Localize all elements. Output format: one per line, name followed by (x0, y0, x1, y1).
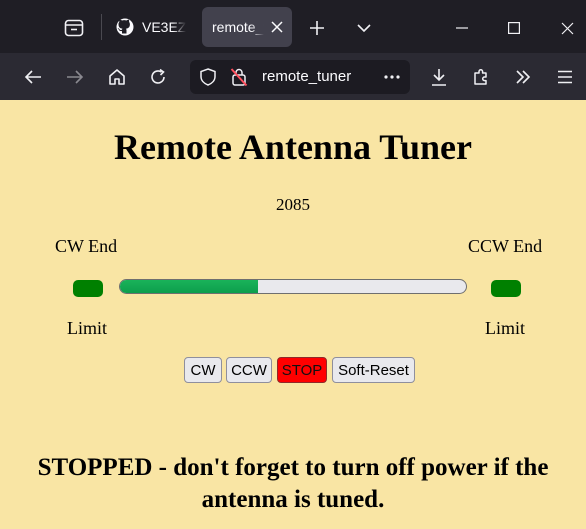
close-icon[interactable] (268, 18, 286, 36)
ccw-limit-indicator (491, 280, 521, 297)
cw-limit-label: Limit (67, 318, 107, 338)
tab-list-icon[interactable] (62, 16, 86, 40)
reload-icon[interactable] (146, 65, 170, 89)
overflow-icon[interactable] (511, 65, 535, 89)
tuner-position-bar (119, 279, 467, 294)
more-icon[interactable] (380, 66, 404, 88)
window-close-icon[interactable] (555, 16, 579, 40)
chevron-down-icon[interactable] (352, 16, 376, 40)
tuner-position-fill (120, 280, 259, 293)
ccw-end-label: CCW End (468, 236, 543, 256)
ccw-button[interactable]: CCW (226, 357, 272, 383)
ccw-limit-label: Limit (485, 318, 525, 338)
soft-reset-button[interactable]: Soft-Reset (332, 357, 415, 383)
tab-label: remote_tuner (212, 19, 264, 35)
maximize-icon[interactable] (502, 16, 526, 40)
menu-icon[interactable] (553, 65, 577, 89)
cw-limit-indicator (73, 280, 103, 297)
cw-end-label: CW End (55, 236, 118, 256)
tab-separator (101, 14, 102, 40)
home-icon[interactable] (105, 65, 129, 89)
stop-button[interactable]: STOP (277, 357, 327, 383)
tab-remote-tuner[interactable]: remote_tuner (202, 7, 292, 47)
github-icon (116, 18, 134, 36)
url-text[interactable]: remote_tuner (262, 68, 351, 85)
shield-icon[interactable] (197, 66, 219, 88)
extensions-icon[interactable] (469, 65, 493, 89)
position-readout: 2085 (276, 195, 310, 214)
forward-icon[interactable] (63, 65, 87, 89)
page-title: Remote Antenna Tuner (113, 127, 473, 167)
browser-titlebar (0, 0, 586, 53)
back-icon[interactable] (21, 65, 45, 89)
minimize-icon[interactable] (450, 16, 474, 40)
insecure-lock-icon[interactable] (228, 66, 250, 88)
tab-label: VE3EZE (142, 19, 186, 35)
tab-ve3eze[interactable]: VE3EZE (104, 7, 196, 47)
status-message: STOPPED - don't forget to turn off power… (37, 454, 549, 513)
new-tab-icon[interactable] (305, 16, 329, 40)
cw-button[interactable]: CW (184, 357, 222, 383)
download-icon[interactable] (427, 65, 451, 89)
